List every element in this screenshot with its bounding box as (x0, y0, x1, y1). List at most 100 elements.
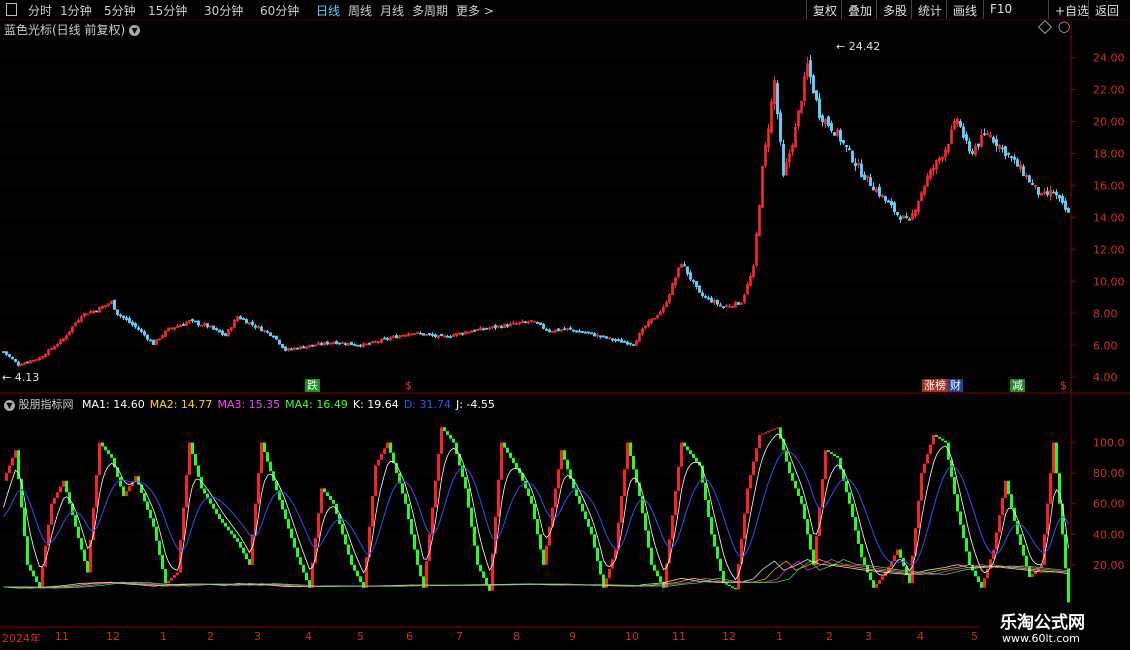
cai-marker[interactable]: 财 (948, 379, 963, 392)
date-tick-4: 2 (207, 630, 214, 643)
candle-body-116 (350, 341, 353, 345)
candle-body-161 (485, 327, 488, 330)
chevron-down-icon[interactable]: ▼ (4, 399, 15, 411)
candle-body-4 (14, 359, 17, 362)
kdj-tick-label-2: 60.00 (1093, 498, 1125, 511)
candle-body-337 (1013, 156, 1016, 160)
watermark: 乐淘公式网 www.60lt.com (980, 604, 1130, 650)
indicator-value-3: MA4: 16.49 (285, 398, 348, 411)
candle-body-88 (266, 330, 269, 333)
candle-body-196 (590, 332, 593, 335)
candle-body-146 (440, 333, 443, 337)
candle-body-42 (128, 318, 131, 323)
candle-body-80 (242, 318, 245, 321)
candle-body-94 (284, 346, 287, 351)
candle-body-230 (692, 280, 695, 282)
candle-body-348 (1046, 191, 1049, 195)
kdj-tick-label-3: 80.00 (1093, 467, 1125, 480)
candle-body-66 (200, 324, 203, 327)
chart-canvas[interactable]: 4.00 6.00 8.00 10.00 12.00 14.00 16.00 18.00 20.… (0, 0, 1130, 650)
candle-body-194 (584, 331, 587, 334)
candle-body-148 (446, 335, 449, 338)
candle-body-200 (602, 335, 605, 338)
fall-marker[interactable]: 跌 (305, 379, 320, 392)
candle-body-227 (683, 264, 686, 267)
candle-body-90 (272, 335, 275, 338)
price-tick-label-3: 10.00 (1093, 275, 1125, 288)
price-tick-label-6: 16.00 (1093, 179, 1125, 192)
candle-body-208 (626, 341, 629, 345)
candle-body-181 (545, 329, 548, 331)
candle-body-299 (899, 216, 902, 220)
candle-body-189 (569, 327, 572, 330)
date-tick-6: 4 (305, 630, 312, 643)
candle-body-259 (779, 112, 782, 142)
candle-body-233 (701, 292, 704, 297)
candle-body-11 (35, 359, 38, 361)
dollar-marker-1[interactable]: $ (403, 379, 414, 392)
date-tick-3: 1 (160, 630, 167, 643)
candle-body-98 (296, 347, 299, 350)
candle-body-294 (884, 195, 887, 201)
indicator-value-4: K: 19.64 (352, 398, 399, 411)
date-tick-5: 3 (254, 630, 261, 643)
candle-body-331 (995, 139, 998, 147)
candle-body-37 (113, 299, 116, 310)
date-tick-16: 2 (826, 630, 833, 643)
candle-body-111 (335, 341, 338, 345)
candle-body-319 (959, 121, 962, 127)
candle-body-41 (125, 317, 128, 320)
indicator-value-0: MA1: 14.60 (82, 398, 145, 411)
candle-body-204 (614, 339, 617, 341)
jian-marker[interactable]: 减 (1010, 379, 1025, 392)
candle-body-43 (131, 321, 134, 326)
candle-body-179 (539, 322, 542, 325)
candle-body-50 (152, 339, 155, 345)
candle-body-39 (119, 314, 122, 317)
candle-body-287 (863, 174, 866, 180)
candle-body-79 (239, 316, 242, 320)
candle-body-31 (95, 310, 98, 313)
candle-body-283 (851, 150, 854, 163)
candle-body-144 (434, 334, 437, 338)
price-tick-label-8: 20.00 (1093, 116, 1125, 129)
price-tick-label-7: 18.00 (1093, 147, 1125, 160)
candle-body-140 (422, 333, 425, 336)
candle-body-355 (1067, 208, 1070, 213)
candle-body-282 (848, 148, 851, 151)
high-price-label: ← 24.42 (836, 40, 880, 53)
candle-body-177 (533, 320, 536, 323)
candle-body-352 (1058, 194, 1061, 199)
candle-body-342 (1028, 175, 1031, 183)
candle-body-333 (1001, 147, 1004, 150)
candle-body-280 (842, 140, 845, 144)
candle-body-168 (506, 324, 509, 327)
candle-body-48 (146, 334, 149, 340)
candle-body-292 (878, 186, 881, 197)
candle-body-234 (704, 296, 707, 298)
candle-body-128 (386, 337, 389, 340)
candle-body-117 (353, 344, 356, 346)
candle-body-73 (221, 330, 224, 335)
candle-body-81 (245, 318, 248, 324)
candle-body-197 (593, 333, 596, 337)
candle-body-236 (710, 297, 713, 303)
candle-body-209 (629, 342, 632, 345)
candle-body-277 (833, 132, 836, 136)
candle-body-210 (632, 344, 635, 346)
candle-body-284 (854, 162, 857, 167)
candle-body-106 (320, 342, 323, 345)
candle-body-238 (716, 299, 719, 305)
candle-body-149 (449, 336, 452, 338)
candle-body-290 (872, 186, 875, 191)
price-tick-label-9: 22.00 (1093, 84, 1125, 97)
candle-body-239 (719, 304, 722, 307)
candle-body-114 (344, 343, 347, 345)
candle-body-1 (5, 351, 8, 355)
candle-body-93 (281, 344, 284, 348)
zhangbang-marker[interactable]: 涨榜 (922, 379, 948, 392)
candle-body-271 (815, 90, 818, 100)
candle-body-272 (818, 98, 821, 119)
candle-body-229 (689, 272, 692, 280)
dollar-marker-2[interactable]: $ (1058, 379, 1069, 392)
